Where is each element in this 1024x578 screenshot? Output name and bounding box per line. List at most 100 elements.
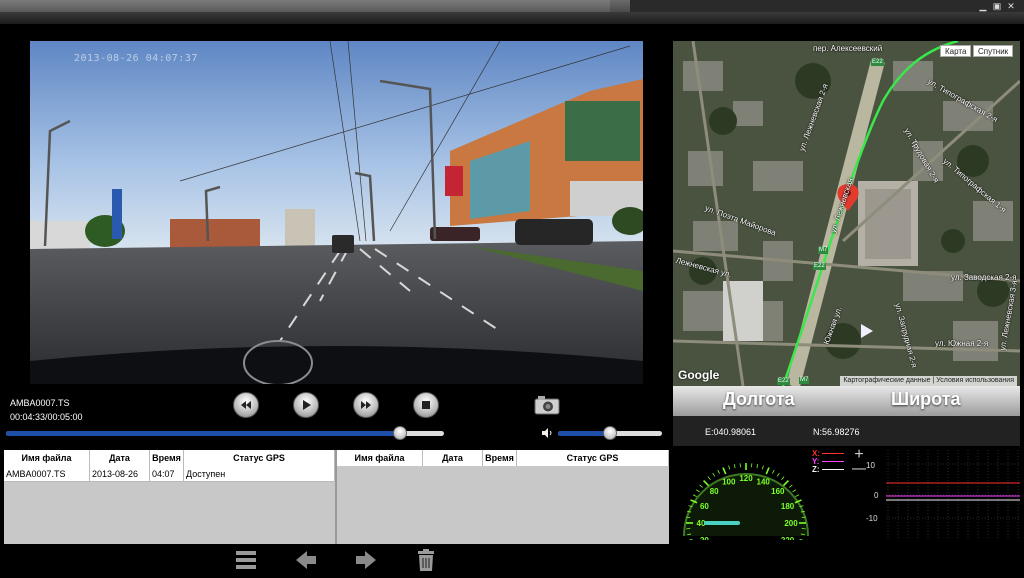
map-data-link[interactable]: Картографические данные	[843, 377, 930, 384]
speedometer-tick-label: 200	[784, 519, 798, 528]
speedometer-tick	[695, 489, 700, 493]
previous-file-icon[interactable]	[294, 549, 318, 571]
current-file-info: AMBA0007.TS 00:04:33/00:05:00	[10, 396, 83, 424]
table-header: Имя файла Дата Время Статус GPS	[337, 450, 669, 466]
road-sign-e22: E22	[813, 263, 826, 270]
zoom-out-graph-button[interactable]: —	[852, 461, 868, 477]
current-filename: AMBA0007.TS	[10, 398, 70, 408]
play-icon	[303, 400, 311, 410]
speedometer-tick-label: 60	[700, 502, 709, 511]
rewind-button[interactable]	[233, 392, 259, 418]
speedometer-tick	[728, 465, 731, 470]
play-button[interactable]	[293, 392, 319, 418]
speedometer-tick-label: 100	[722, 477, 736, 486]
latitude-title: Широта	[891, 389, 961, 409]
map-street-label: пер. Алексеевский	[813, 44, 883, 53]
file-list-right: Имя файла Дата Время Статус GPS	[337, 450, 669, 544]
speedometer-tick	[756, 464, 759, 469]
speedometer-tick	[772, 469, 775, 474]
maximize-button[interactable]: ▣	[992, 1, 1002, 11]
speedometer-tick	[776, 472, 780, 477]
y-tick-label: 10	[866, 461, 875, 470]
playback-progress-fill	[6, 431, 401, 436]
longitude-title: Долгота	[723, 389, 795, 409]
column-header-filename[interactable]: Имя файла	[4, 450, 90, 466]
road-sign-e22: E22	[777, 378, 790, 385]
coordinates-panel: Долгота Широта E:040.98061 N:56.98276	[673, 386, 1020, 446]
file-list-table: Имя файла Дата Время Статус GPS AMBA0007…	[4, 450, 669, 544]
video-scene	[30, 41, 643, 384]
stop-button[interactable]	[413, 392, 439, 418]
speedometer-tick	[799, 538, 804, 540]
speedometer-gauge: 020406080100120140160180200220240	[683, 463, 809, 540]
y-tick-label: 0	[874, 491, 879, 500]
map-view-toggle[interactable]: Карта	[940, 45, 972, 57]
next-file-icon[interactable]	[354, 549, 378, 571]
speedometer-tick	[782, 480, 789, 487]
speedometer-tick-label: 180	[781, 502, 795, 511]
speedometer-tick	[733, 464, 736, 469]
dashcam-player-window: ▁ ▣ ✕ 2013-08-26 04:07:37 Карта Спутник …	[0, 0, 1024, 578]
y-tick-label: -10	[866, 514, 878, 523]
longitude-value: E:040.98061	[705, 427, 757, 437]
speedometer-tick-label: 120	[739, 474, 753, 483]
speedometer-tick-label: 20	[700, 536, 709, 540]
cell-filename[interactable]: AMBA0007.TS	[4, 466, 90, 482]
playback-progress-slider[interactable]	[6, 426, 444, 440]
table-header: Имя файла Дата Время Статус GPS	[4, 450, 335, 466]
road-sign-m7: M7	[799, 377, 810, 384]
cell-date[interactable]: 2013-08-26	[90, 466, 150, 482]
cell-gps-status[interactable]: Доступен	[184, 466, 335, 482]
sub-title-bar	[0, 12, 1024, 24]
accelerometer-graph: 10 0 -10	[866, 448, 1020, 540]
latitude-value: N:56.98276	[813, 427, 860, 437]
speedometer-tick-label: 140	[757, 477, 771, 486]
speedometer-tick	[789, 484, 793, 488]
snapshot-camera-icon[interactable]	[534, 394, 560, 416]
close-button[interactable]: ✕	[1006, 1, 1016, 11]
volume-knob[interactable]	[603, 426, 617, 440]
speedometer-tick	[688, 538, 693, 540]
column-header-time[interactable]: Время	[150, 450, 184, 466]
playback-progress-knob[interactable]	[393, 426, 408, 440]
google-logo: Google	[678, 368, 720, 382]
road-sign-e22: E22	[871, 59, 884, 66]
terms-of-use-link[interactable]: Условия использования	[936, 377, 1014, 384]
speedometer-tick	[722, 467, 727, 475]
column-header-gps-status[interactable]: Статус GPS	[184, 450, 335, 466]
minimize-button[interactable]: ▁	[978, 1, 988, 11]
speedometer-tick	[707, 476, 711, 480]
delete-trash-icon[interactable]	[414, 549, 438, 571]
road-sign-m7: M7	[818, 247, 829, 254]
title-bar-left	[0, 0, 610, 12]
speedometer-tick	[717, 469, 720, 474]
video-frame[interactable]: 2013-08-26 04:07:37	[30, 41, 643, 384]
stop-icon	[422, 401, 430, 409]
title-bar-right	[630, 0, 1024, 12]
volume-icon[interactable]	[541, 427, 553, 439]
column-header-date[interactable]: Дата	[90, 450, 150, 466]
speedometer-tick	[692, 494, 697, 497]
column-header-date[interactable]: Дата	[423, 450, 483, 466]
coordinates-header: Долгота Широта	[673, 386, 1020, 416]
gps-map[interactable]: Карта Спутник пер. Алексеевский ул. Лежн…	[673, 41, 1020, 386]
speedometer-tick	[795, 494, 800, 497]
speedometer-tick-label: 160	[771, 487, 785, 496]
speedometer-tick	[761, 465, 764, 470]
map-street-label: ул. Южная 2-я	[935, 339, 989, 348]
file-list-left: Имя файла Дата Время Статус GPS AMBA0007…	[4, 450, 335, 544]
speedometer-tick	[792, 489, 797, 493]
column-header-filename[interactable]: Имя файла	[337, 450, 423, 466]
speedometer-tick	[699, 484, 703, 488]
fast-forward-button[interactable]	[353, 392, 379, 418]
title-bar: ▁ ▣ ✕	[0, 0, 1024, 12]
legend-z: Z:	[812, 466, 844, 474]
cell-time[interactable]: 04:07	[150, 466, 184, 482]
map-street-label: ул. Заводская 2-я	[951, 273, 1017, 282]
list-menu-icon[interactable]	[234, 549, 258, 571]
satellite-view-toggle[interactable]: Спутник	[973, 45, 1014, 57]
volume-slider[interactable]	[558, 426, 662, 440]
column-header-gps-status[interactable]: Статус GPS	[517, 450, 669, 466]
column-header-time[interactable]: Время	[483, 450, 517, 466]
speedometer-tick-label: 220	[781, 536, 795, 540]
